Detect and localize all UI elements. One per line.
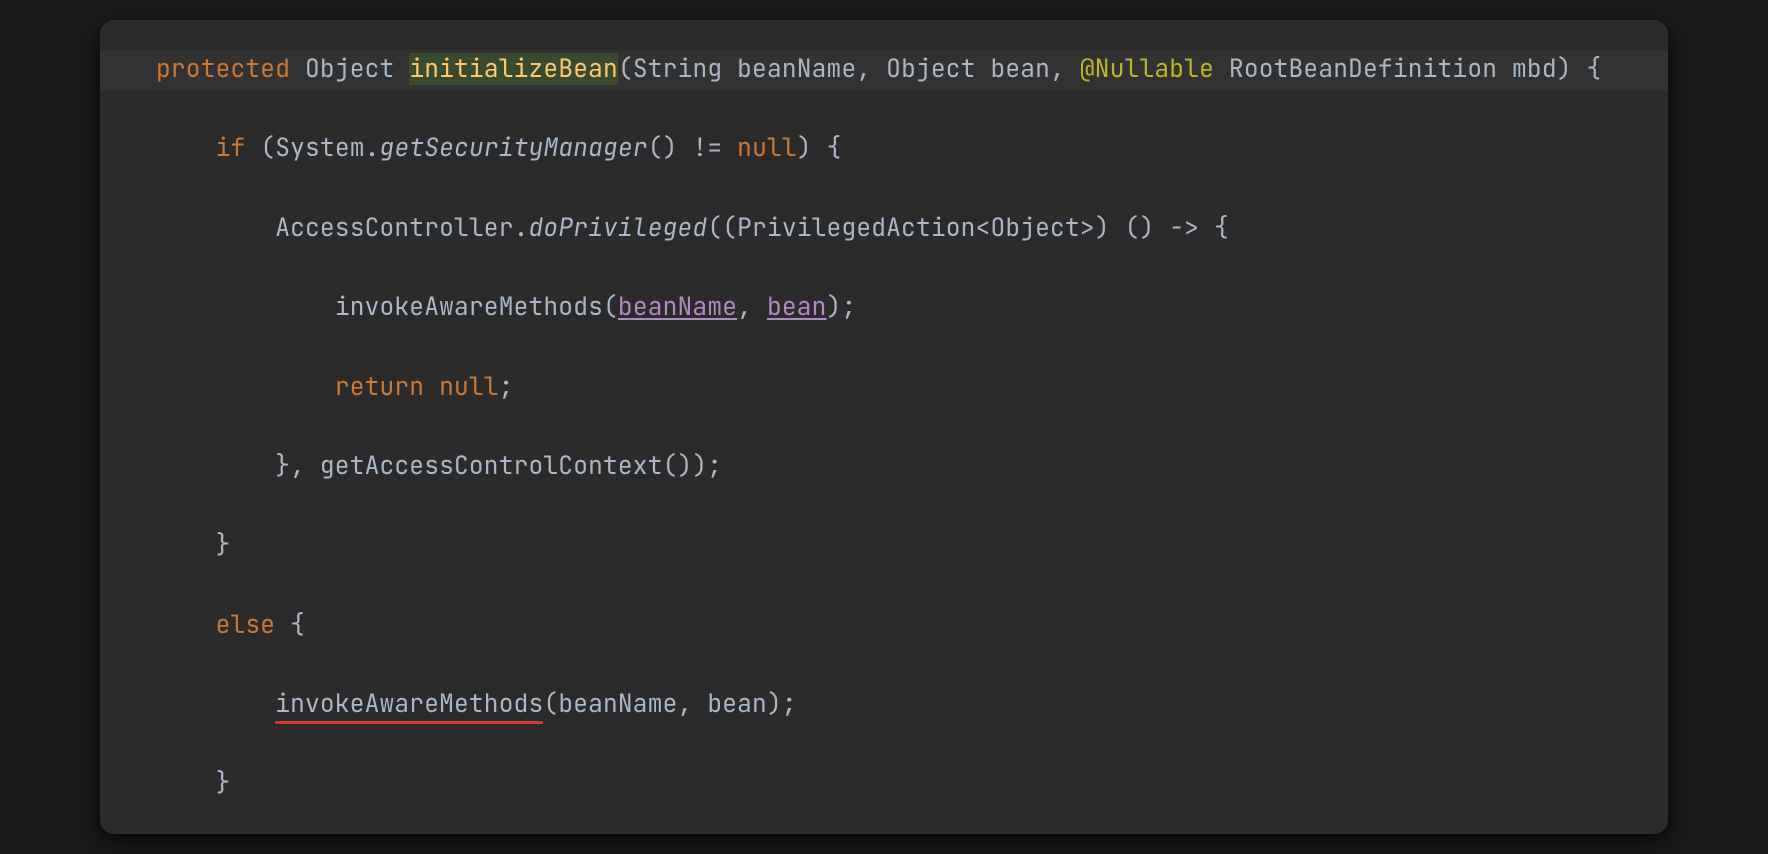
code-line[interactable]: return null;: [100, 368, 1668, 408]
arg-beanName: beanName: [558, 688, 677, 720]
keyword-protected: protected: [156, 53, 290, 85]
code-line[interactable]: AccessController.doPrivileged((Privilege…: [100, 209, 1668, 249]
method-name-initializeBean: initializeBean: [409, 53, 618, 85]
code-line[interactable]: invokeAwareMethods(beanName, bean);: [100, 288, 1668, 328]
code-line[interactable]: if (System.getSecurityManager() != null)…: [100, 129, 1668, 169]
call-getSecurityManager: getSecurityManager: [380, 132, 648, 164]
code-line[interactable]: }: [100, 764, 1668, 804]
captured-var-beanName: beanName: [618, 291, 737, 323]
keyword-return: return: [335, 371, 424, 403]
type-object: Object: [305, 53, 394, 85]
code-line[interactable]: }: [100, 526, 1668, 566]
type-object: Object: [990, 212, 1079, 244]
type-privilegedaction: PrivilegedAction: [737, 212, 975, 244]
code-block[interactable]: protected Object initializeBean(String b…: [100, 50, 1668, 804]
call-invokeAwareMethods-highlighted: invokeAwareMethods: [275, 688, 543, 720]
annotation-nullable: @Nullable: [1080, 53, 1214, 85]
param-bean: bean: [990, 53, 1050, 85]
call-invokeAwareMethods: invokeAwareMethods: [335, 291, 603, 323]
keyword-if: if: [216, 132, 246, 164]
literal-null: null: [439, 371, 499, 403]
class-accesscontroller: AccessController: [275, 212, 513, 244]
code-editor-card: protected Object initializeBean(String b…: [100, 20, 1668, 834]
code-line[interactable]: else {: [100, 606, 1668, 646]
arg-bean: bean: [707, 688, 767, 720]
type-rootbeandefinition: RootBeanDefinition: [1229, 53, 1497, 85]
code-line[interactable]: }, getAccessControlContext());: [100, 447, 1668, 487]
class-system: System: [275, 132, 364, 164]
literal-null: null: [737, 132, 797, 164]
param-beanName: beanName: [737, 53, 856, 85]
param-mbd: mbd: [1512, 53, 1557, 85]
call-doPrivileged: doPrivileged: [529, 212, 708, 244]
code-line[interactable]: protected Object initializeBean(String b…: [100, 50, 1668, 90]
code-line[interactable]: invokeAwareMethods(beanName, bean);: [100, 685, 1668, 725]
keyword-else: else: [216, 609, 276, 641]
type-string: String: [633, 53, 722, 85]
call-getAccessControlContext: getAccessControlContext: [320, 450, 663, 482]
type-object: Object: [886, 53, 975, 85]
captured-var-bean: bean: [767, 291, 827, 323]
